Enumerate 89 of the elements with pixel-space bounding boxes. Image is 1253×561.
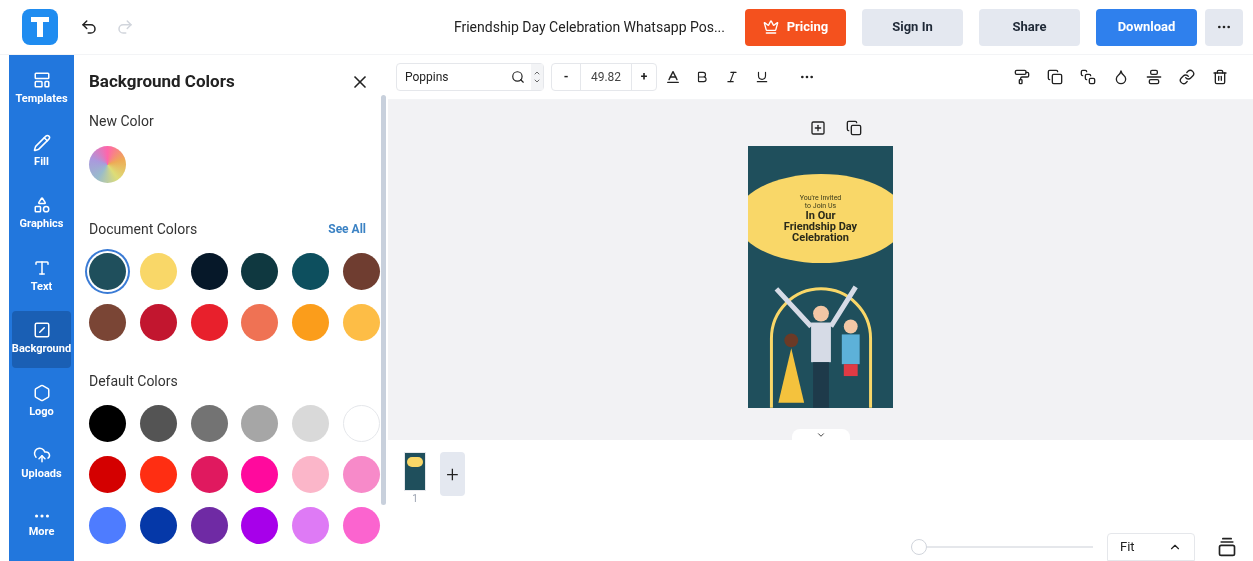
color-swatch[interactable]: [343, 404, 381, 442]
copy-icon[interactable]: [1047, 69, 1063, 85]
sidebar-item[interactable]: Logo: [12, 373, 71, 430]
sidebar-item[interactable]: Text: [12, 248, 71, 305]
underline-icon[interactable]: [755, 70, 769, 84]
color-swatch[interactable]: [292, 455, 330, 493]
hatched-square-icon: [32, 321, 51, 339]
color-swatch[interactable]: [343, 252, 381, 290]
section-label: Document Colors: [89, 219, 198, 239]
color-swatch[interactable]: [139, 455, 177, 493]
color-swatch[interactable]: [89, 506, 126, 544]
italic-icon[interactable]: [725, 70, 739, 84]
layout-icon: [32, 71, 51, 89]
poster-text: Friendship Day: [783, 221, 858, 233]
page-number: 1: [412, 492, 418, 506]
color-swatch[interactable]: [190, 404, 228, 442]
color-swatch[interactable]: [190, 506, 228, 544]
color-swatch[interactable]: [241, 303, 279, 341]
undo-icon[interactable]: [80, 18, 98, 36]
pencil-icon: [32, 133, 51, 152]
stepper-arrows[interactable]: [531, 64, 543, 90]
app-logo[interactable]: [22, 9, 58, 45]
trash-icon[interactable]: [1212, 69, 1228, 85]
crown-icon: [762, 19, 779, 35]
color-swatch[interactable]: [343, 303, 381, 341]
search-icon: [511, 70, 525, 84]
color-swatch[interactable]: [139, 252, 177, 290]
color-swatch[interactable]: [292, 404, 330, 442]
droplet-icon[interactable]: [1113, 69, 1129, 85]
color-swatch[interactable]: [292, 252, 330, 290]
header-button[interactable]: Download: [1096, 8, 1197, 46]
poster-text: Celebration: [792, 232, 849, 244]
color-swatch[interactable]: [241, 455, 279, 493]
add-page-icon[interactable]: [809, 120, 826, 136]
color-swatch[interactable]: [190, 455, 228, 493]
sidebar-item[interactable]: Graphics: [12, 186, 71, 243]
font-size-stepper[interactable]: - 49.82 +: [551, 63, 657, 91]
color-swatch[interactable]: [89, 303, 126, 341]
header-button[interactable]: Sign In: [862, 8, 963, 46]
color-swatch[interactable]: [89, 455, 126, 493]
increase-button[interactable]: +: [632, 68, 656, 86]
add-page-button[interactable]: +: [440, 452, 465, 496]
header-button[interactable]: Share: [979, 8, 1080, 46]
pricing-button[interactable]: Pricing: [745, 8, 846, 46]
hexagon-icon: [32, 383, 51, 402]
copy-icon[interactable]: [845, 120, 862, 136]
link-icon[interactable]: [1179, 69, 1195, 85]
bold-icon[interactable]: [695, 70, 709, 84]
color-swatch[interactable]: [190, 252, 228, 290]
sidebar-item[interactable]: More: [12, 498, 71, 555]
color-swatch[interactable]: [241, 506, 279, 544]
color-swatch[interactable]: [343, 455, 381, 493]
sidebar-item[interactable]: Fill: [12, 123, 71, 180]
panel-title: Background Colors: [89, 70, 235, 93]
page-thumbnail[interactable]: [404, 452, 426, 491]
color-swatch[interactable]: [292, 303, 330, 341]
font-field[interactable]: Poppins: [396, 63, 544, 91]
slider-thumb[interactable]: [911, 539, 927, 555]
rainbow-color-picker[interactable]: [89, 145, 126, 183]
document-title: Friendship Day Celebration Whatsapp Pos...: [453, 17, 725, 37]
section-label: Default Colors: [89, 371, 179, 391]
pages-icon[interactable]: [1217, 537, 1237, 557]
color-swatch[interactable]: [292, 506, 330, 544]
color-swatch[interactable]: [89, 404, 126, 442]
color-swatch[interactable]: [241, 252, 279, 290]
zoom-slider[interactable]: [911, 539, 1093, 555]
sidebar-item[interactable]: Background: [12, 311, 71, 368]
sidebar-item[interactable]: Uploads: [12, 436, 71, 493]
poster-text: In Our: [805, 210, 836, 222]
cloud-upload-icon: [32, 446, 51, 464]
scrollbar[interactable]: [381, 95, 386, 505]
text-color-icon[interactable]: [665, 69, 681, 85]
sidebar-item[interactable]: Templates: [12, 61, 71, 118]
section-label: New Color: [89, 111, 155, 131]
color-swatch[interactable]: [139, 404, 177, 442]
align-center-icon[interactable]: [1146, 69, 1162, 85]
color-swatch[interactable]: [139, 506, 177, 544]
decrease-button[interactable]: -: [552, 68, 580, 86]
color-swatch[interactable]: [241, 404, 279, 442]
zoom-dropdown[interactable]: Fit: [1107, 533, 1195, 561]
text-icon: [32, 258, 51, 277]
shapes-icon: [32, 196, 51, 214]
paint-roller-icon[interactable]: [1014, 69, 1030, 85]
see-all-link[interactable]: See All: [328, 220, 366, 238]
t-logo-icon: [30, 16, 50, 38]
color-swatch[interactable]: [190, 303, 228, 341]
font-size-value: 49.82: [580, 64, 632, 90]
color-swatch[interactable]: [343, 506, 381, 544]
color-swatch[interactable]: [139, 303, 177, 341]
